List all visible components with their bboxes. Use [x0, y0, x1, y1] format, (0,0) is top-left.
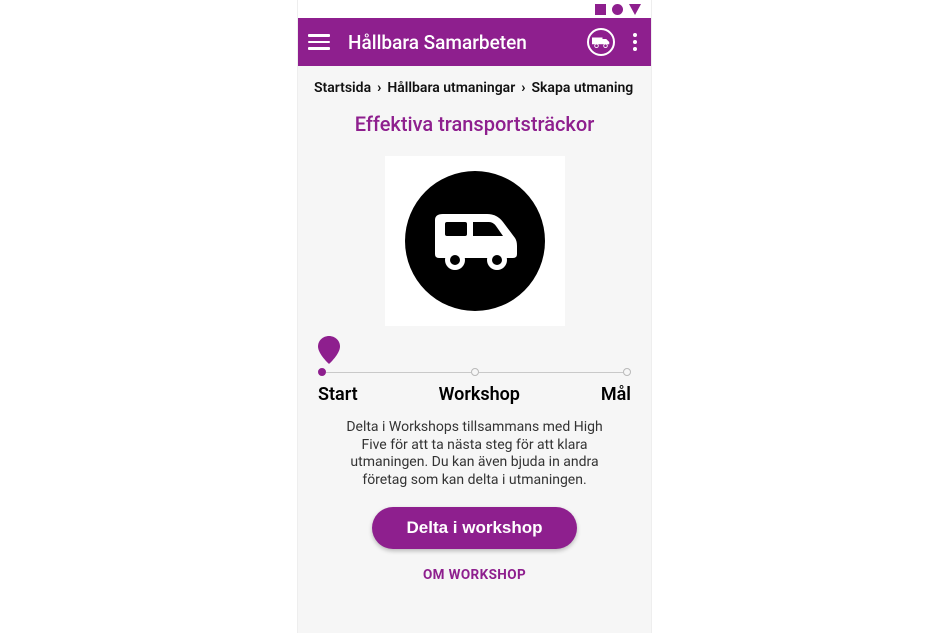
app-title: Hållbara Samarbeten [348, 31, 527, 54]
truck-icon[interactable] [587, 28, 615, 56]
breadcrumb: Startsida › Hållbara utmaningar › Skapa … [314, 80, 635, 96]
description-text: Delta i Workshops tillsammans med High F… [335, 419, 615, 489]
step-line [479, 372, 624, 373]
breadcrumb-item[interactable]: Hållbara utmaningar [387, 80, 515, 96]
status-icon-square [595, 4, 606, 15]
about-workshop-link[interactable]: OM WORKSHOP [314, 567, 635, 583]
step-dot-start [318, 368, 326, 376]
phone-frame: Hållbara Samarbeten Startsida › Hållbara… [297, 0, 652, 633]
overflow-menu-icon[interactable] [629, 33, 641, 51]
step-dot-end [623, 368, 631, 376]
app-bar: Hållbara Samarbeten [298, 18, 651, 66]
step-dot-mid [471, 368, 479, 376]
breadcrumb-item[interactable]: Startsida [314, 80, 371, 96]
step-label-mid: Workshop [439, 384, 520, 405]
join-workshop-button[interactable]: Delta i workshop [372, 507, 576, 549]
step-label-end: Mål [601, 384, 631, 405]
step-line [326, 372, 471, 373]
status-bar [298, 0, 651, 18]
status-icon-circle [612, 4, 623, 15]
hero-image [385, 156, 565, 326]
breadcrumb-item[interactable]: Skapa utmaning [532, 80, 634, 96]
chevron-right-icon: › [521, 80, 525, 96]
step-label-start: Start [318, 384, 358, 405]
page-title: Effektiva transportsträckor [314, 112, 635, 136]
map-pin-icon [318, 336, 340, 364]
progress-stepper: Start Workshop Mål [314, 336, 635, 405]
status-icon-triangle [629, 4, 641, 15]
menu-icon[interactable] [308, 34, 330, 50]
van-icon [405, 171, 545, 311]
content-area: Startsida › Hållbara utmaningar › Skapa … [298, 66, 651, 595]
chevron-right-icon: › [377, 80, 381, 96]
